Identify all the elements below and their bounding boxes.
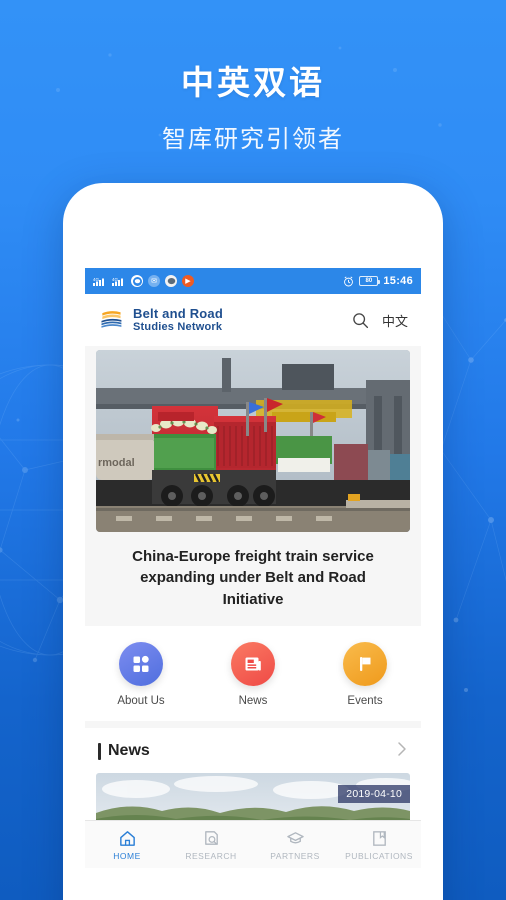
tab-label: RESEARCH bbox=[185, 850, 237, 861]
news-item-date: 2019-04-10 bbox=[338, 784, 410, 803]
svg-text:4G: 4G bbox=[93, 277, 100, 282]
section-accent-bar bbox=[98, 742, 101, 760]
book-icon bbox=[372, 830, 386, 846]
grid-icon bbox=[119, 641, 163, 686]
battery-icon: 80 bbox=[359, 276, 381, 286]
news-section-title: News bbox=[108, 742, 150, 760]
signal-4g-one-icon: 4G bbox=[93, 277, 104, 286]
tab-research[interactable]: RESEARCH bbox=[169, 821, 253, 868]
news-section-header: News bbox=[85, 727, 421, 773]
tab-home[interactable]: HOME bbox=[85, 821, 169, 868]
alarm-icon bbox=[344, 276, 354, 286]
brand-line-2: Studies Network bbox=[133, 321, 223, 334]
language-toggle[interactable]: 中文 bbox=[382, 311, 408, 330]
quick-link-label: About Us bbox=[117, 694, 165, 707]
svg-text:rmodal: rmodal bbox=[98, 457, 135, 469]
status-time: 15:46 bbox=[383, 275, 413, 287]
chevron-right-icon[interactable] bbox=[396, 741, 408, 762]
svg-text:4G: 4G bbox=[112, 277, 119, 282]
quick-link-news[interactable]: News bbox=[211, 641, 295, 707]
flag-icon bbox=[343, 641, 387, 686]
battery-level-label: 80 bbox=[365, 278, 373, 284]
promo-subtitle: 智库研究引领者 bbox=[162, 126, 344, 154]
quick-link-events[interactable]: Events bbox=[323, 641, 407, 707]
video-icon: ▶ bbox=[182, 275, 194, 287]
signal-4g-two-icon: 4G bbox=[112, 277, 123, 286]
search-icon[interactable] bbox=[352, 312, 369, 329]
quick-link-label: News bbox=[238, 694, 268, 707]
phone-mockup: 4G 4G ✉ ▶ 80 15:46 Belt and Road Studies… bbox=[63, 183, 443, 900]
tab-label: HOME bbox=[113, 850, 141, 861]
newspaper-icon bbox=[231, 641, 275, 686]
brand-line-1: Belt and Road bbox=[133, 305, 223, 321]
freight-train-photo: rmodal bbox=[96, 350, 410, 532]
graduation-cap-icon bbox=[286, 831, 304, 843]
belt-and-road-logo bbox=[101, 311, 122, 328]
quick-links: About Us News Events bbox=[85, 625, 421, 721]
mail-icon: ✉ bbox=[148, 275, 160, 287]
tab-publications[interactable]: PUBLICATIONS bbox=[337, 821, 421, 868]
brand-name: Belt and Road Studies Network bbox=[133, 305, 223, 334]
home-icon bbox=[119, 830, 135, 846]
tab-label: PUBLICATIONS bbox=[345, 850, 413, 861]
message-icon bbox=[165, 275, 177, 287]
document-search-icon bbox=[204, 830, 218, 845]
hero-headline[interactable]: China-Europe freight train service expan… bbox=[96, 532, 410, 626]
hero-section[interactable]: rmodal China-Europe freight train servic… bbox=[85, 346, 421, 626]
tab-partners[interactable]: PARTNERS bbox=[253, 821, 337, 868]
quick-link-about-us[interactable]: About Us bbox=[99, 641, 183, 707]
bottom-nav: HOME RESEARCH PARTNERS PUBLICATIONS bbox=[85, 820, 421, 868]
hero-image[interactable]: rmodal bbox=[96, 350, 410, 532]
wechat-icon bbox=[131, 275, 143, 287]
phone-screen: 4G 4G ✉ ▶ 80 15:46 Belt and Road Studies… bbox=[85, 268, 421, 868]
app-header: Belt and Road Studies Network 中文 bbox=[85, 294, 421, 346]
promo-title: 中英双语 bbox=[181, 64, 325, 101]
tab-label: PARTNERS bbox=[270, 850, 320, 861]
quick-link-label: Events bbox=[347, 694, 383, 707]
status-bar: 4G 4G ✉ ▶ 80 15:46 bbox=[85, 268, 421, 294]
promo-headline: 中英双语 智库研究引领者 bbox=[0, 62, 506, 154]
